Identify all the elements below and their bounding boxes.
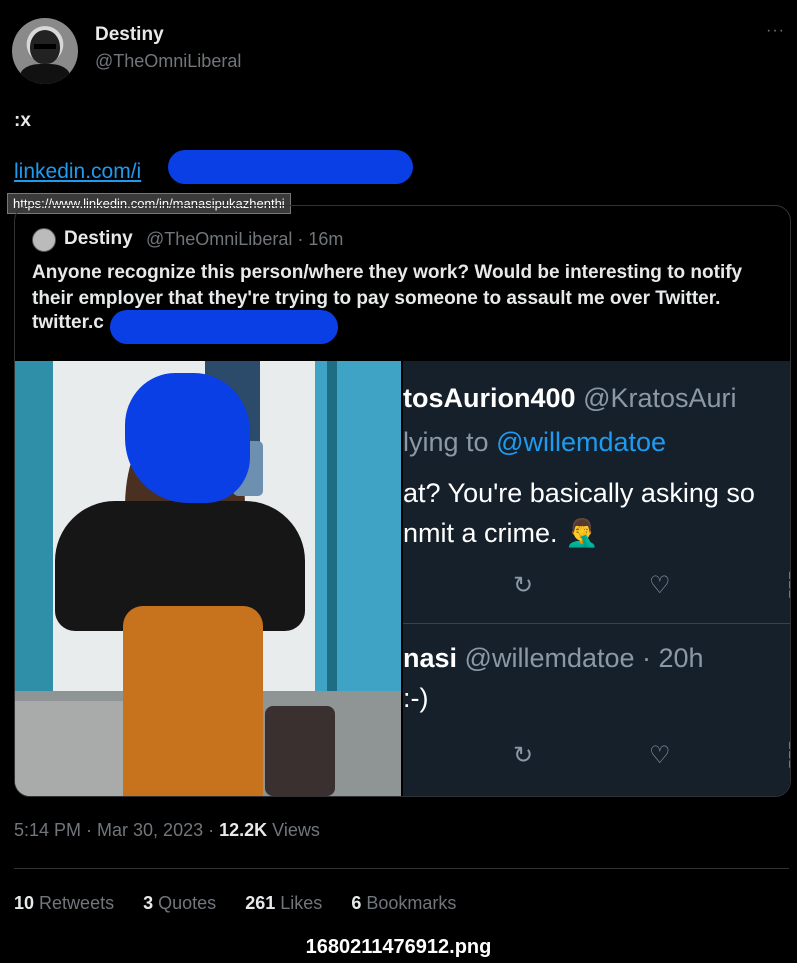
quote-author-meta: @TheOmniLiberal · 16m: [146, 229, 343, 250]
reply1-line2: nmit a crime. 🤦‍♂️: [403, 518, 599, 548]
quotes-stat[interactable]: 3 Quotes: [143, 893, 216, 913]
retweet-icon-2: ↻: [513, 742, 534, 769]
linkedin-link[interactable]: linkedin.com/i: [14, 160, 141, 184]
likes-stat[interactable]: 261 Likes: [245, 893, 322, 913]
retweets-stat[interactable]: 10 Retweets: [14, 893, 114, 913]
image-filename: 1680211476912.png: [305, 936, 492, 958]
quoted-tweet-card[interactable]: Destiny @TheOmniLiberal · 16m Anyone rec…: [14, 205, 791, 797]
photo-rug: [15, 701, 125, 796]
replying-mention: @willemdatoe: [496, 427, 667, 457]
engagement-stats: 10 Retweets 3 Quotes 261 Likes 6 Bookmar…: [14, 893, 480, 914]
likes-count: 261: [245, 893, 276, 913]
reply2-text: :-): [403, 683, 429, 713]
attached-photo[interactable]: [15, 361, 401, 796]
like-icon-2: ♡: [649, 742, 671, 769]
photo-pants: [123, 606, 263, 796]
quote-link-redaction: [110, 310, 338, 344]
attached-screenshot[interactable]: tosAurion400 @KratosAuri lying to @wille…: [401, 361, 790, 796]
views-count: 12.2K: [219, 820, 268, 840]
tweet-timestamp-views: 5:14 PM · Mar 30, 2023 · 12.2K Views: [14, 820, 320, 841]
author-handle[interactable]: @TheOmniLiberal: [95, 51, 241, 72]
bookmarks-label: Bookmarks: [366, 893, 457, 913]
likes-label: Likes: [280, 893, 323, 913]
photo-suitcase: [265, 706, 335, 796]
reply2-handle: @willemdatoe · 20h: [464, 643, 704, 673]
avatar-body: [20, 64, 70, 84]
reply1-handle: @KratosAuri: [583, 383, 737, 413]
bookmarks-count: 6: [351, 893, 362, 913]
quotes-label: Quotes: [158, 893, 217, 913]
quote-author-avatar[interactable]: [32, 228, 56, 252]
views-icon: ┆: [783, 571, 790, 600]
retweet-icon: ↻: [513, 572, 534, 599]
reply2-header: nasi @willemdatoe · 20h: [403, 643, 704, 674]
more-options-icon[interactable]: ···: [766, 22, 785, 40]
bookmarks-stat[interactable]: 6 Bookmarks: [351, 893, 456, 913]
views-icon-2: ┆: [783, 741, 790, 770]
reply1-header: tosAurion400 @KratosAuri: [403, 383, 737, 414]
reply2-name: nasi: [403, 643, 458, 673]
tweet-text: :x: [14, 110, 31, 131]
reply-divider: [403, 623, 790, 624]
replying-to-line: lying to @willemdatoe: [403, 427, 666, 458]
footer-divider: [14, 868, 789, 869]
retweets-label: Retweets: [39, 893, 115, 913]
views-label: Views: [272, 820, 320, 840]
retweets-count: 10: [14, 893, 35, 913]
quotes-count: 3: [143, 893, 154, 913]
replying-prefix: lying to: [403, 427, 489, 457]
quote-time: · 16m: [297, 229, 344, 249]
quote-author-handle[interactable]: @TheOmniLiberal: [146, 229, 292, 249]
link-redaction: [168, 150, 413, 184]
face-redaction: [125, 373, 250, 503]
tweet-time[interactable]: 5:14 PM · Mar 30, 2023 ·: [14, 820, 214, 840]
reply1-name: tosAurion400: [403, 383, 576, 413]
author-avatar[interactable]: [12, 18, 78, 84]
avatar-glasses: [34, 44, 56, 49]
like-icon: ♡: [649, 572, 671, 599]
quote-author-name[interactable]: Destiny: [64, 228, 133, 250]
author-name[interactable]: Destiny: [95, 24, 164, 46]
reply1-line1: at? You're basically asking so: [403, 478, 755, 508]
reply1-text: at? You're basically asking so nmit a cr…: [403, 473, 755, 553]
quote-twitter-link[interactable]: twitter.c: [32, 312, 104, 334]
quote-text: Anyone recognize this person/where they …: [32, 262, 743, 309]
